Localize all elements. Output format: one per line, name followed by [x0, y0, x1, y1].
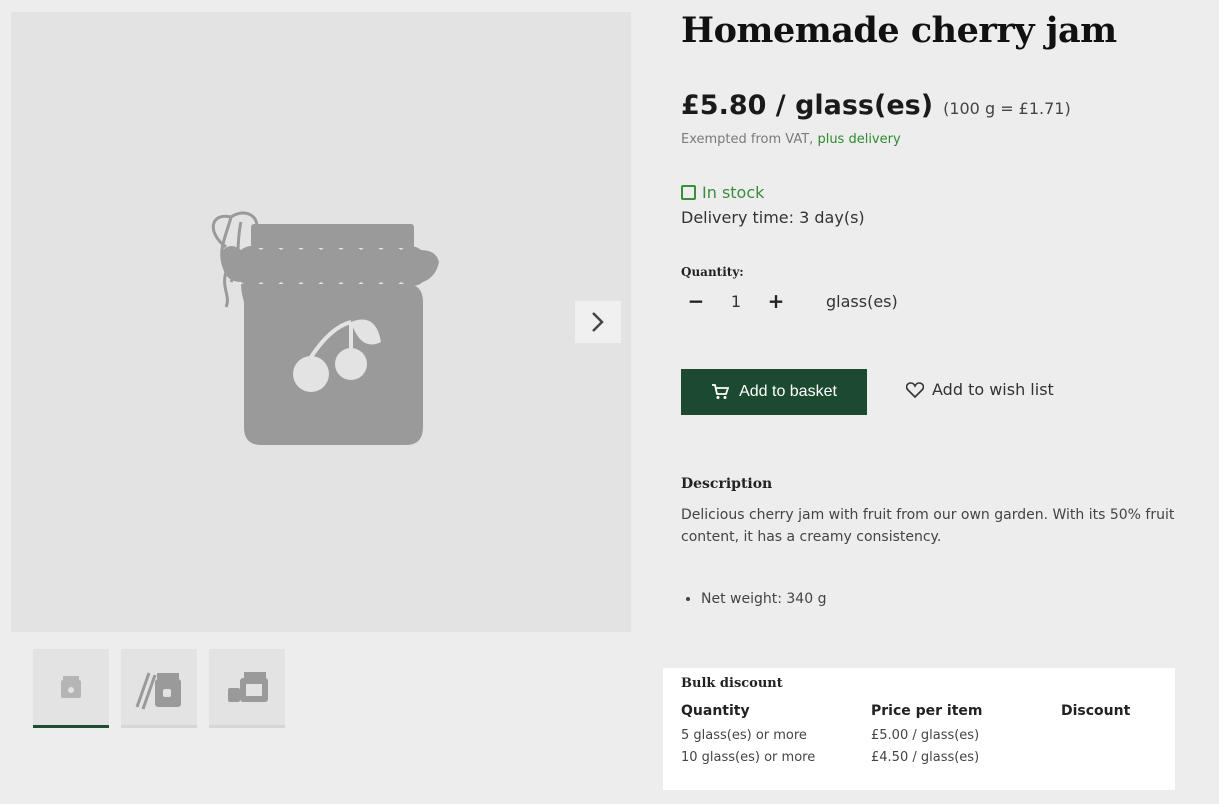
- increase-quantity-button[interactable]: +: [761, 286, 791, 316]
- table-cell: £4.50 / glass(es): [871, 750, 980, 765]
- jam-jar-thumbnail-icon: [61, 676, 81, 698]
- add-to-basket-button[interactable]: Add to basket: [681, 369, 867, 415]
- description-bullet-list: Net weight: 340 g: [681, 591, 826, 607]
- table-cell: [1061, 750, 1157, 765]
- thumbnail-2[interactable]: [121, 649, 197, 728]
- table-cell: 10 glass(es) or more: [681, 750, 816, 765]
- column-header-quantity: Quantity: [681, 703, 750, 719]
- column-header-price-per-item: Price per item: [871, 703, 983, 719]
- jam-jar-placeholder-icon: [211, 211, 439, 445]
- list-item: Net weight: 340 g: [701, 591, 826, 607]
- column-header-discount: Discount: [1061, 703, 1131, 719]
- shopping-cart-icon: [712, 384, 730, 399]
- delivery-cost-link[interactable]: plus delivery: [817, 132, 900, 147]
- table-cell: 5 glass(es) or more: [681, 728, 807, 743]
- stock-status: In stock: [681, 183, 764, 202]
- bulk-discount-panel: Bulk discount Quantity Price per item Di…: [663, 668, 1175, 790]
- stock-status-label: In stock: [702, 183, 765, 202]
- heart-icon: [906, 381, 924, 398]
- quantity-input[interactable]: 1: [711, 292, 761, 311]
- unit-price: (100 g = £1.71): [943, 99, 1071, 118]
- stock-status-icon: [681, 185, 696, 200]
- price-row: £5.80 / glass(es) (100 g = £1.71): [681, 90, 1071, 121]
- decrease-quantity-button[interactable]: −: [681, 286, 711, 316]
- vat-text: Exempted from VAT,: [681, 132, 814, 147]
- table-cell: £5.00 / glass(es): [871, 728, 980, 743]
- gallery-next-button[interactable]: [575, 301, 621, 343]
- add-to-basket-label: Add to basket: [739, 383, 837, 400]
- add-to-wish-list-button[interactable]: Add to wish list: [906, 380, 1054, 399]
- add-to-wish-list-label: Add to wish list: [932, 380, 1054, 399]
- bulk-discount-table: Quantity Price per item Discount 5 glass…: [681, 703, 1157, 765]
- delivery-time: Delivery time: 3 day(s): [681, 208, 865, 227]
- thumbnail-3[interactable]: [209, 649, 285, 728]
- minus-icon: −: [687, 289, 705, 313]
- table-cell: [1061, 728, 1157, 743]
- thumbnail-1[interactable]: [33, 649, 109, 728]
- quantity-stepper: − 1 + glass(es): [681, 286, 898, 316]
- product-title: Homemade cherry jam: [681, 10, 1117, 51]
- quantity-unit: glass(es): [826, 291, 898, 311]
- description-text: Delicious cherry jam with fruit from our…: [681, 507, 1175, 545]
- thumbnail-strip: [33, 649, 285, 728]
- product-price: £5.80 / glass(es): [681, 90, 934, 121]
- vat-info: Exempted from VAT, plus delivery: [681, 132, 901, 147]
- description-heading: Description: [681, 476, 773, 492]
- jam-jar-cutlery-thumbnail-icon: [135, 672, 181, 710]
- product-image-gallery[interactable]: [11, 12, 631, 632]
- bulk-discount-title: Bulk discount: [681, 676, 783, 691]
- quantity-label: Quantity:: [681, 265, 744, 279]
- jam-jars-thumbnail-icon: [228, 672, 268, 702]
- chevron-right-icon: [592, 312, 604, 332]
- plus-icon: +: [767, 289, 785, 313]
